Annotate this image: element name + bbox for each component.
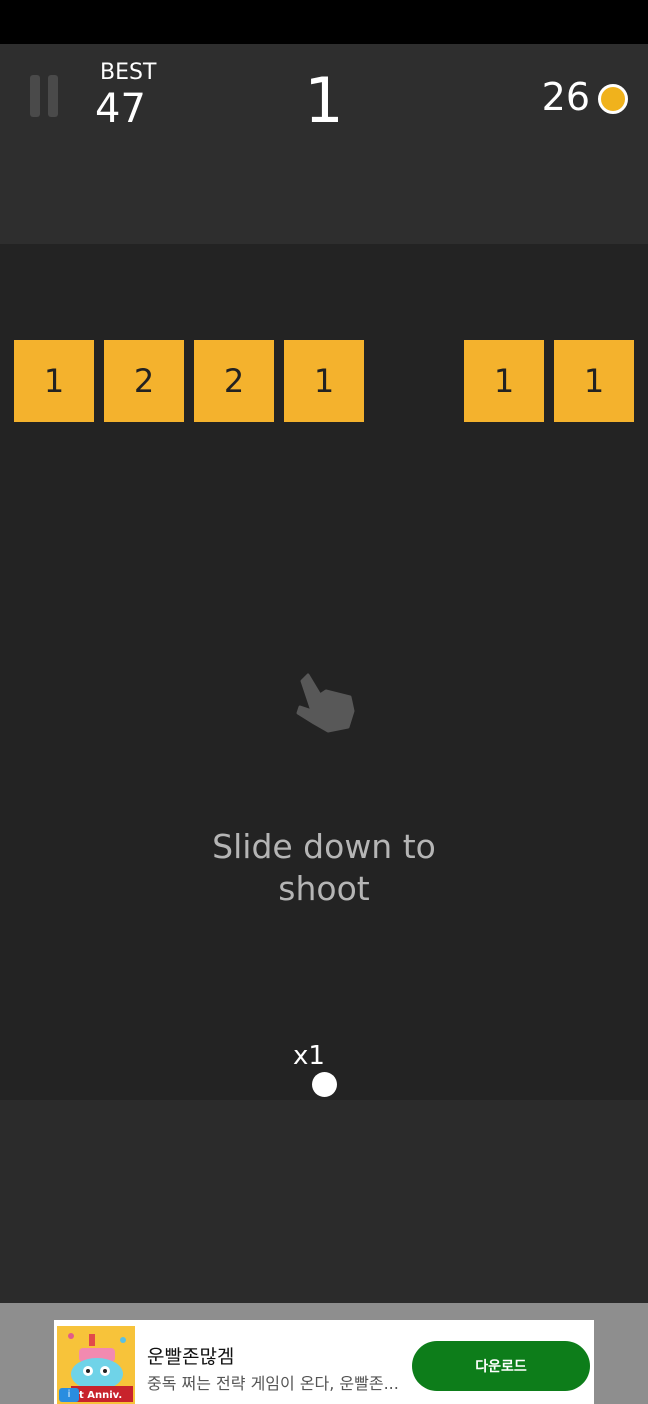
ad-banner[interactable]: t Anniv. i 운빨존많겜 중독 쩌는 전략 게임이 온다, 운빨존...… bbox=[54, 1320, 594, 1404]
block: 1 bbox=[284, 340, 364, 422]
ball-count: x1 bbox=[293, 1041, 325, 1071]
coin-icon bbox=[598, 84, 628, 114]
ball bbox=[312, 1072, 337, 1097]
block: 2 bbox=[194, 340, 274, 422]
coin-count: 26 bbox=[541, 75, 590, 119]
block: 1 bbox=[464, 340, 544, 422]
pointing-hand-icon bbox=[296, 673, 355, 733]
launch-area bbox=[0, 1100, 648, 1303]
status-bar bbox=[0, 0, 648, 44]
ad-title[interactable]: 운빨존많겜 bbox=[147, 1342, 234, 1369]
block: 2 bbox=[104, 340, 184, 422]
ad-description[interactable]: 중독 쩌는 전략 게임이 온다, 운빨존... bbox=[147, 1370, 405, 1394]
block: 1 bbox=[14, 340, 94, 422]
ad-image[interactable]: t Anniv. i bbox=[57, 1326, 135, 1404]
block: 1 bbox=[554, 340, 634, 422]
ad-info-icon[interactable]: i bbox=[59, 1388, 79, 1402]
ad-badge-text: t Anniv. bbox=[79, 1390, 122, 1401]
instruction-text: Slide down to shoot bbox=[212, 827, 436, 908]
download-button[interactable]: 다운로드 bbox=[412, 1341, 590, 1391]
